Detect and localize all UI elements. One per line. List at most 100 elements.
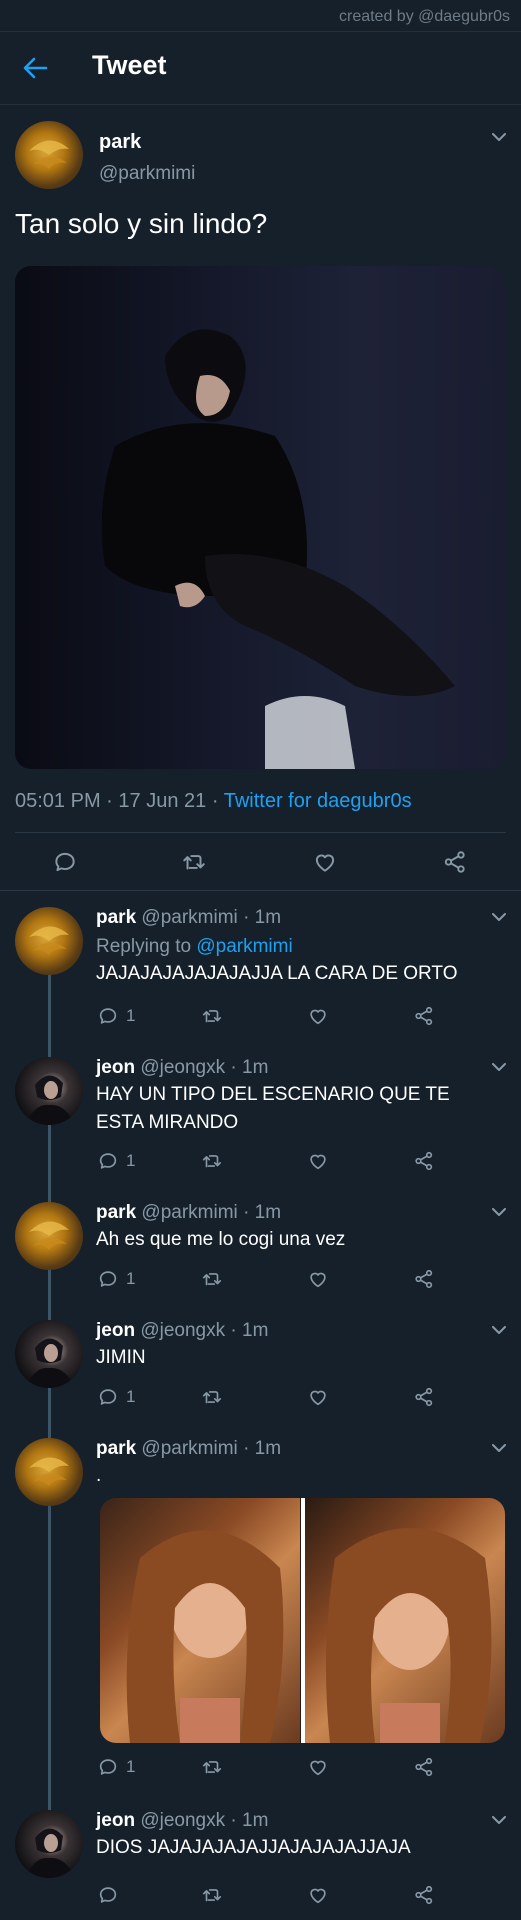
- avatar[interactable]: [15, 121, 83, 189]
- share-icon[interactable]: [412, 1150, 436, 1172]
- share-icon[interactable]: [412, 1386, 436, 1408]
- author-handle[interactable]: @parkmimi: [99, 163, 195, 185]
- avatar-art: [29, 1457, 69, 1486]
- chevron-down-icon[interactable]: [492, 913, 506, 922]
- reply-time: 1m: [242, 1810, 269, 1831]
- reply-text-line: HAY UN TIPO DEL ESCENARIO QUE TE: [96, 1084, 450, 1105]
- retweet-icon[interactable]: [200, 1386, 224, 1408]
- author-name[interactable]: park: [96, 907, 136, 928]
- heart-icon[interactable]: [306, 1150, 330, 1172]
- retweet-icon[interactable]: [181, 849, 207, 875]
- heart-icon[interactable]: [306, 1884, 330, 1906]
- reply-text: DIOS JAJAJAJAJAJJAJAJAJAJJAJA: [96, 1837, 411, 1858]
- chevron-down-icon[interactable]: [492, 1326, 506, 1335]
- chevron-down-icon[interactable]: [492, 1063, 506, 1072]
- avatar[interactable]: [15, 1202, 83, 1270]
- reply-time: 1m: [254, 1202, 282, 1223]
- heart-icon[interactable]: [306, 1005, 330, 1027]
- media-panel: [305, 1498, 505, 1743]
- reply-tweet[interactable]: park @parkmimi · 1m Ah es que me lo cogi…: [0, 1200, 521, 1300]
- reply-tweet[interactable]: jeon @jeongxk · 1m JIMIN 1: [0, 1318, 521, 1418]
- author-handle[interactable]: @jeongxk: [140, 1057, 225, 1078]
- share-icon[interactable]: [412, 1884, 436, 1906]
- author-name[interactable]: park: [99, 131, 141, 154]
- heart-icon[interactable]: [312, 849, 338, 875]
- reply-time: 1m: [242, 1057, 269, 1078]
- arrow-left-icon[interactable]: [22, 56, 48, 80]
- reply-text: Ah es que me lo cogi una vez: [96, 1229, 346, 1250]
- reply-header: jeon @jeongxk · 1m: [96, 1057, 268, 1079]
- author-handle[interactable]: @jeongxk: [140, 1320, 225, 1341]
- meta-separator: ·: [106, 790, 113, 812]
- chevron-down-icon[interactable]: [492, 1816, 506, 1825]
- author-handle[interactable]: @jeongxk: [140, 1810, 225, 1831]
- reply-header: jeon @jeongxk · 1m: [96, 1320, 268, 1342]
- reply-tweet[interactable]: park @parkmimi · 1m . 1: [0, 1436, 521, 1776]
- avatar[interactable]: [15, 1810, 83, 1878]
- chevron-down-icon[interactable]: [492, 1444, 506, 1453]
- reply-text: .: [96, 1465, 102, 1486]
- retweet-icon[interactable]: [200, 1756, 224, 1778]
- retweet-icon[interactable]: [200, 1150, 224, 1172]
- comment-icon[interactable]: [96, 1268, 120, 1290]
- divider: [0, 890, 521, 891]
- heart-icon[interactable]: [306, 1268, 330, 1290]
- author-handle[interactable]: @parkmimi: [141, 1438, 237, 1459]
- comment-icon[interactable]: [96, 1005, 120, 1027]
- reply-time: 1m: [242, 1320, 269, 1341]
- share-icon[interactable]: [412, 1268, 436, 1290]
- retweet-icon[interactable]: [200, 1884, 224, 1906]
- meta-separator: ·: [243, 1438, 250, 1459]
- reply-media[interactable]: [100, 1498, 505, 1743]
- retweet-icon[interactable]: [200, 1005, 224, 1027]
- avatar[interactable]: [15, 1057, 83, 1125]
- author-name[interactable]: park: [96, 1438, 136, 1459]
- author-handle[interactable]: @parkmimi: [141, 907, 237, 928]
- divider: [15, 832, 506, 833]
- comment-icon[interactable]: [52, 849, 78, 875]
- author-name[interactable]: park: [96, 1202, 136, 1223]
- tweet-source-link[interactable]: Twitter for daegubr0s: [224, 790, 412, 812]
- comment-icon[interactable]: [96, 1150, 120, 1172]
- reply-header: park @parkmimi · 1m: [96, 907, 281, 929]
- replying-label: Replying to: [96, 936, 192, 957]
- replying-to: Replying to @parkmimi: [96, 936, 293, 958]
- share-icon[interactable]: [442, 849, 468, 875]
- avatar[interactable]: [15, 907, 83, 975]
- tweet-date: 17 Jun 21: [118, 790, 207, 812]
- reply-count: 1: [126, 1151, 136, 1170]
- reply-count: 1: [126, 1269, 136, 1288]
- reply-header: jeon @jeongxk · 1m: [96, 1810, 268, 1832]
- reply-tweet[interactable]: park @parkmimi · 1m Replying to @parkmim…: [0, 905, 521, 1040]
- share-icon[interactable]: [412, 1005, 436, 1027]
- author-name[interactable]: jeon: [96, 1320, 135, 1341]
- tweet-photo[interactable]: [15, 266, 505, 769]
- reply-count: 1: [126, 1757, 136, 1776]
- meta-separator: ·: [211, 790, 219, 812]
- author-name[interactable]: jeon: [96, 1057, 135, 1078]
- reply-time: 1m: [254, 1438, 282, 1459]
- heart-icon[interactable]: [306, 1386, 330, 1408]
- credit-watermark: created by @daegubr0s: [0, 0, 521, 32]
- retweet-icon[interactable]: [200, 1268, 224, 1290]
- reply-action-bar: [96, 1884, 426, 1910]
- avatar[interactable]: [15, 1320, 83, 1388]
- share-icon[interactable]: [412, 1756, 436, 1778]
- author-name[interactable]: jeon: [96, 1810, 135, 1831]
- reply-action-bar: 1: [96, 1005, 426, 1031]
- chevron-down-icon[interactable]: [492, 133, 506, 142]
- author-handle[interactable]: @parkmimi: [141, 1202, 237, 1223]
- comment-icon[interactable]: [96, 1386, 120, 1408]
- reply-tweet[interactable]: jeon @jeongxk · 1m DIOS JAJAJAJAJAJJAJAJ…: [0, 1808, 521, 1908]
- chevron-down-icon[interactable]: [492, 1208, 506, 1217]
- avatar[interactable]: [15, 1438, 83, 1506]
- photo-figure: [101, 329, 455, 769]
- reply-tweet[interactable]: jeon @jeongxk · 1m HAY UN TIPO DEL ESCEN…: [0, 1055, 521, 1185]
- replying-to-link[interactable]: @parkmimi: [196, 936, 292, 957]
- heart-icon[interactable]: [306, 1756, 330, 1778]
- media-panel: [100, 1498, 300, 1743]
- reply-text: JAJAJAJAJAJAJAJJA LA CARA DE ORTO: [96, 963, 458, 984]
- reply-text-line: ESTA MIRANDO: [96, 1112, 239, 1133]
- comment-icon[interactable]: [96, 1884, 120, 1906]
- comment-icon[interactable]: [96, 1756, 120, 1778]
